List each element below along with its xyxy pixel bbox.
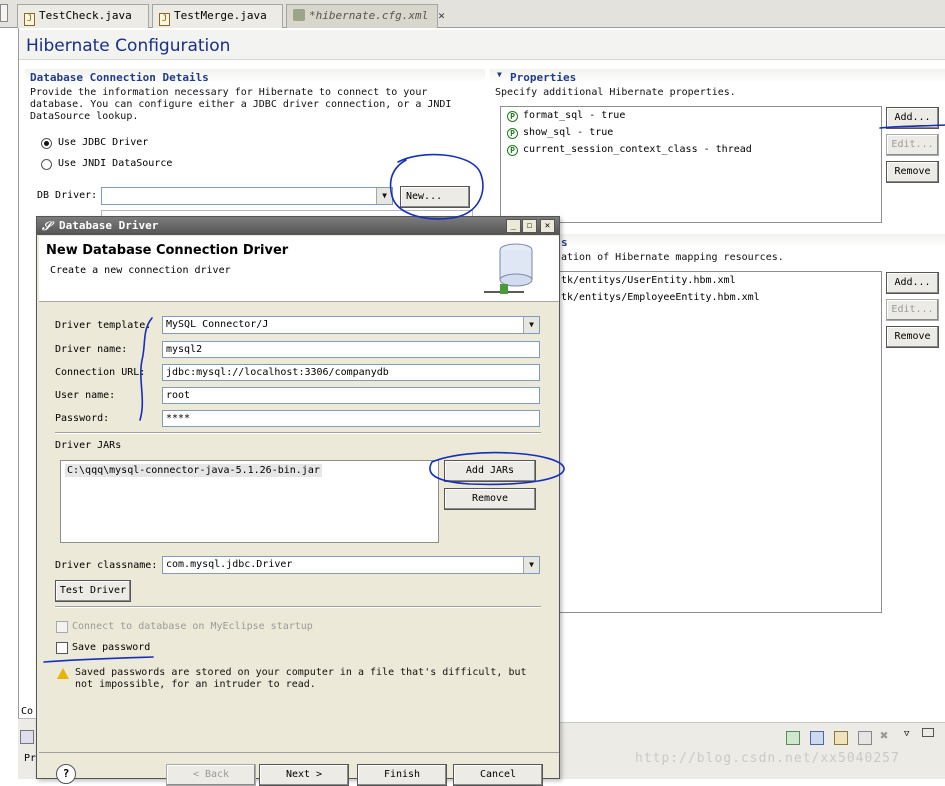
- driver-classname-select[interactable]: com.mysql.jdbc.Driver ▼: [162, 556, 540, 574]
- radio-jdbc-label: Use JDBC Driver: [58, 137, 149, 148]
- user-name-label: User name:: [55, 390, 116, 401]
- remove-jar-button[interactable]: Remove: [444, 488, 536, 510]
- db-driver-label: DB Driver:: [37, 190, 98, 201]
- close-button[interactable]: ✕: [540, 219, 555, 233]
- java-file-icon: J: [24, 13, 35, 26]
- mappings-list[interactable]: [540, 271, 882, 613]
- warning-text-1: Saved passwords are stored on your compu…: [75, 667, 527, 678]
- warning-icon: [57, 668, 69, 679]
- mappings-remove-button[interactable]: Remove: [886, 326, 939, 348]
- app-icon: 𝒮: [42, 219, 52, 233]
- database-icon: [484, 243, 533, 294]
- finish-button[interactable]: Finish: [357, 764, 447, 786]
- warning-text-2: not impossible, for an intruder to read.: [75, 679, 316, 690]
- left-bottom-panel: [18, 718, 38, 779]
- radio-jdbc[interactable]: [41, 138, 52, 149]
- password-input[interactable]: ****: [162, 410, 540, 427]
- properties-remove-button[interactable]: Remove: [886, 161, 939, 183]
- mappings-description: ation of Hibernate mapping resources.: [561, 252, 784, 263]
- close-icon[interactable]: ✕: [438, 9, 445, 22]
- driver-name-input[interactable]: mysql2: [162, 341, 540, 358]
- new-connection-icon[interactable]: [786, 731, 800, 745]
- tree-view-icon[interactable]: [810, 731, 824, 745]
- status-fragment: Co: [21, 706, 34, 717]
- properties-add-button[interactable]: Add...: [886, 107, 939, 129]
- watermark: http://blog.csdn.net/xx5040257: [635, 751, 900, 766]
- list-item[interactable]: Pformat_sql - true: [507, 110, 625, 122]
- maximize-button[interactable]: ☐: [522, 219, 537, 233]
- property-icon: P: [507, 111, 518, 122]
- separator: [55, 606, 541, 608]
- db-driver-select[interactable]: ▼: [101, 187, 393, 205]
- minimize-button[interactable]: _: [506, 219, 521, 233]
- panel-icon[interactable]: [20, 730, 34, 744]
- tab-testcheck[interactable]: J TestCheck.java: [17, 4, 149, 28]
- connect-startup-label: Connect to database on MyEclipse startup: [72, 621, 313, 632]
- footer-separator: [39, 752, 559, 753]
- next-button[interactable]: Next >: [259, 764, 349, 786]
- tab-testmerge[interactable]: J TestMerge.java: [152, 4, 283, 28]
- password-label: Password:: [55, 413, 110, 424]
- chevron-down-icon: ▼: [523, 317, 539, 333]
- connection-url-label: Connection URL:: [55, 367, 146, 378]
- test-driver-button[interactable]: Test Driver: [55, 580, 131, 602]
- db-description-2: database. You can configure either a JDB…: [30, 99, 452, 110]
- properties-list[interactable]: [500, 106, 882, 223]
- driver-template-select[interactable]: MySQL Connector/J ▼: [162, 316, 540, 334]
- properties-edit-button[interactable]: Edit...: [886, 134, 939, 156]
- properties-description: Specify additional Hibernate properties.: [495, 87, 736, 98]
- properties-section-title: Properties: [510, 71, 577, 84]
- save-password-checkbox[interactable]: [56, 642, 68, 654]
- view-menu-icon[interactable]: ▽: [904, 729, 909, 739]
- add-jars-button[interactable]: Add JARs: [444, 460, 536, 482]
- delete-icon[interactable]: ✖: [880, 728, 888, 744]
- dialog-title: Database Driver: [59, 219, 159, 232]
- chevron-down-icon: ▼: [376, 188, 392, 204]
- collapse-all-icon[interactable]: [858, 731, 872, 745]
- cancel-button[interactable]: Cancel: [453, 764, 543, 786]
- list-item[interactable]: tk/entitys/UserEntity.hbm.xml: [561, 275, 736, 286]
- dialog-heading: New Database Connection Driver: [46, 243, 289, 258]
- driver-template-label: Driver template:: [55, 320, 152, 331]
- xml-file-icon: [293, 9, 305, 21]
- db-description-1: Provide the information necessary for Hi…: [30, 87, 428, 98]
- tab-hibernate-cfg[interactable]: *hibernate.cfg.xml ✕: [286, 4, 445, 28]
- user-name-input[interactable]: root: [162, 387, 540, 404]
- mappings-add-button[interactable]: Add...: [886, 272, 939, 294]
- db-description-3: DataSource lookup.: [30, 111, 139, 122]
- radio-jndi[interactable]: [41, 159, 52, 170]
- dialog-subheading: Create a new connection driver: [50, 265, 231, 276]
- minimize-view-icon[interactable]: [922, 728, 934, 737]
- radio-jndi-label: Use JNDI DataSource: [58, 158, 173, 169]
- page-title: Hibernate Configuration: [26, 36, 231, 56]
- property-icon: P: [507, 145, 518, 156]
- dialog-title-bar[interactable]: 𝒮 Database Driver: [37, 217, 559, 235]
- separator: [55, 432, 541, 434]
- problems-tab-fragment[interactable]: Pr: [24, 753, 36, 764]
- driver-name-label: Driver name:: [55, 344, 128, 355]
- new-driver-button[interactable]: New...: [400, 186, 470, 208]
- help-button[interactable]: ?: [56, 764, 76, 784]
- list-item[interactable]: Pcurrent_session_context_class - thread: [507, 144, 752, 156]
- mappings-edit-button[interactable]: Edit...: [886, 299, 939, 321]
- chevron-down-icon: ▼: [523, 557, 539, 573]
- connect-startup-checkbox[interactable]: [56, 621, 68, 633]
- connection-url-input[interactable]: jdbc:mysql://localhost:3306/companydb: [162, 364, 540, 381]
- mappings-section-bar: [558, 234, 945, 248]
- property-icon: P: [507, 128, 518, 139]
- mappings-section-title: s: [561, 236, 568, 249]
- db-section-title: Database Connection Details: [30, 71, 209, 84]
- list-item[interactable]: C:\qqq\mysql-connector-java-5.1.26-bin.j…: [65, 464, 322, 477]
- save-password-label: Save password: [72, 642, 151, 653]
- refresh-icon[interactable]: [834, 731, 848, 745]
- back-button[interactable]: < Back: [166, 764, 256, 786]
- driver-jars-label: Driver JARs: [55, 440, 122, 451]
- list-item[interactable]: tk/entitys/EmployeeEntity.hbm.xml: [561, 292, 760, 303]
- java-file-icon: J: [159, 13, 170, 26]
- collapse-icon[interactable]: ▼: [497, 70, 502, 79]
- driver-classname-label: Driver classname:: [55, 560, 158, 571]
- list-item[interactable]: Pshow_sql - true: [507, 127, 613, 139]
- view-menu-handle[interactable]: [0, 4, 8, 22]
